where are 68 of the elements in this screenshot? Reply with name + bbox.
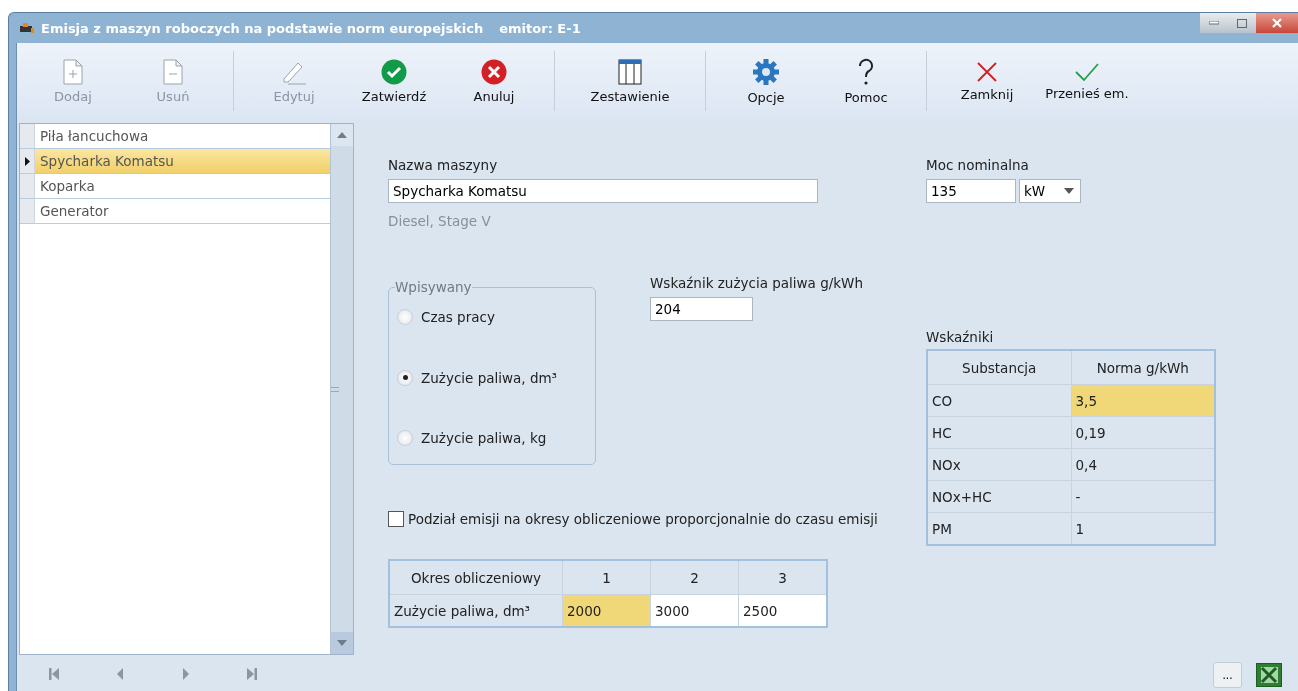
table-cell[interactable]: 2500 xyxy=(738,594,827,627)
previous-record-icon[interactable] xyxy=(115,667,125,680)
cancel-toolbar-button[interactable]: Anuluj xyxy=(444,43,544,119)
radio-label: Zużycie paliwa, dm³ xyxy=(421,369,558,386)
scroll-grip-icon[interactable] xyxy=(331,386,339,392)
table-cell: NOx+HC xyxy=(927,480,1071,513)
add-document-icon xyxy=(62,58,84,85)
question-mark-icon xyxy=(856,57,876,86)
close-icon xyxy=(1272,18,1282,28)
machine-name-field[interactable]: Spycharka Komatsu xyxy=(388,179,818,203)
minimize-icon xyxy=(1209,21,1219,25)
table-toolbar-button[interactable]: Zestawienie xyxy=(565,43,695,119)
radio-label: Zużycie paliwa, kg xyxy=(421,430,547,446)
column-header: Okres obliczeniowy xyxy=(389,560,563,595)
close-icon xyxy=(976,60,998,83)
close-toolbar-button[interactable]: Zamknij xyxy=(937,43,1037,119)
column-header: 2 xyxy=(650,560,739,595)
unit-dropdown[interactable]: kW xyxy=(1019,179,1081,203)
table-cell[interactable]: 2000 xyxy=(562,594,651,627)
radio-button[interactable] xyxy=(397,430,413,446)
spreadsheet-icon[interactable] xyxy=(1256,663,1282,687)
checkbox[interactable] xyxy=(388,511,404,527)
radio-button[interactable] xyxy=(397,309,413,325)
machine-list-item[interactable]: Spycharka Komatsu xyxy=(35,149,330,173)
checkbox-label: Podział emisji na okresy obliczeniowe proporcjonalnie do czasu emisji xyxy=(408,511,878,527)
confirm-toolbar-button[interactable]: Zatwierdź xyxy=(344,43,444,119)
settings-toolbar-button[interactable]: Opcje xyxy=(716,43,816,119)
table-cell: CO xyxy=(927,384,1071,417)
radio-button[interactable] xyxy=(397,369,413,386)
field-label: Wskaźnik zużycia paliwa g/kWh xyxy=(650,275,863,291)
table-cell: HC xyxy=(927,416,1071,449)
window-title: Emisja z maszyn roboczych na podstawie norm europejskich xyxy=(41,20,484,36)
scroll-up-icon[interactable] xyxy=(337,132,347,138)
check-circle-icon xyxy=(381,58,407,85)
table-cell[interactable]: 3000 xyxy=(650,594,739,627)
maximize-icon xyxy=(1237,18,1247,28)
field-label: Nazwa maszyny xyxy=(388,157,499,173)
table-icon xyxy=(618,58,642,85)
table-cell[interactable]: 3,5 xyxy=(1071,384,1215,417)
power-field[interactable]: 135 xyxy=(926,179,1016,203)
fuel-index-field[interactable]: 204 xyxy=(650,297,753,321)
radio-label: Czas pracy xyxy=(421,309,495,325)
scrollbar[interactable] xyxy=(330,124,353,654)
remove-document-icon xyxy=(162,58,184,85)
first-record-icon[interactable] xyxy=(49,667,59,680)
column-header: 1 xyxy=(562,560,651,595)
check-toolbar-button[interactable]: Przenieś em. xyxy=(1037,43,1137,119)
scroll-down-icon[interactable] xyxy=(337,640,347,646)
more-button[interactable]: ... xyxy=(1213,662,1242,688)
table-title: Wskaźniki xyxy=(926,329,995,345)
caret-icon xyxy=(1064,188,1074,194)
column-header: Substancja xyxy=(927,350,1071,385)
check-icon xyxy=(1074,61,1100,82)
settings-icon xyxy=(752,57,780,86)
next-record-icon[interactable] xyxy=(181,667,191,680)
field-label: Moc nominalna xyxy=(926,157,1030,173)
help-toolbar-button[interactable]: Pomoc xyxy=(816,43,916,119)
minimize-button[interactable] xyxy=(1200,13,1228,33)
cancel-icon xyxy=(481,58,507,85)
last-record-icon[interactable] xyxy=(247,667,257,680)
window-subtitle: emitor: E-1 xyxy=(499,20,581,36)
maximize-button[interactable] xyxy=(1228,13,1256,33)
machine-icon xyxy=(19,22,35,34)
close-button[interactable] xyxy=(1256,13,1298,33)
row-selector[interactable] xyxy=(20,149,35,173)
table-cell: NOx xyxy=(927,448,1071,481)
engine-note: Diesel, Stage V xyxy=(388,213,492,229)
group-title: Wpisywany xyxy=(395,279,472,295)
